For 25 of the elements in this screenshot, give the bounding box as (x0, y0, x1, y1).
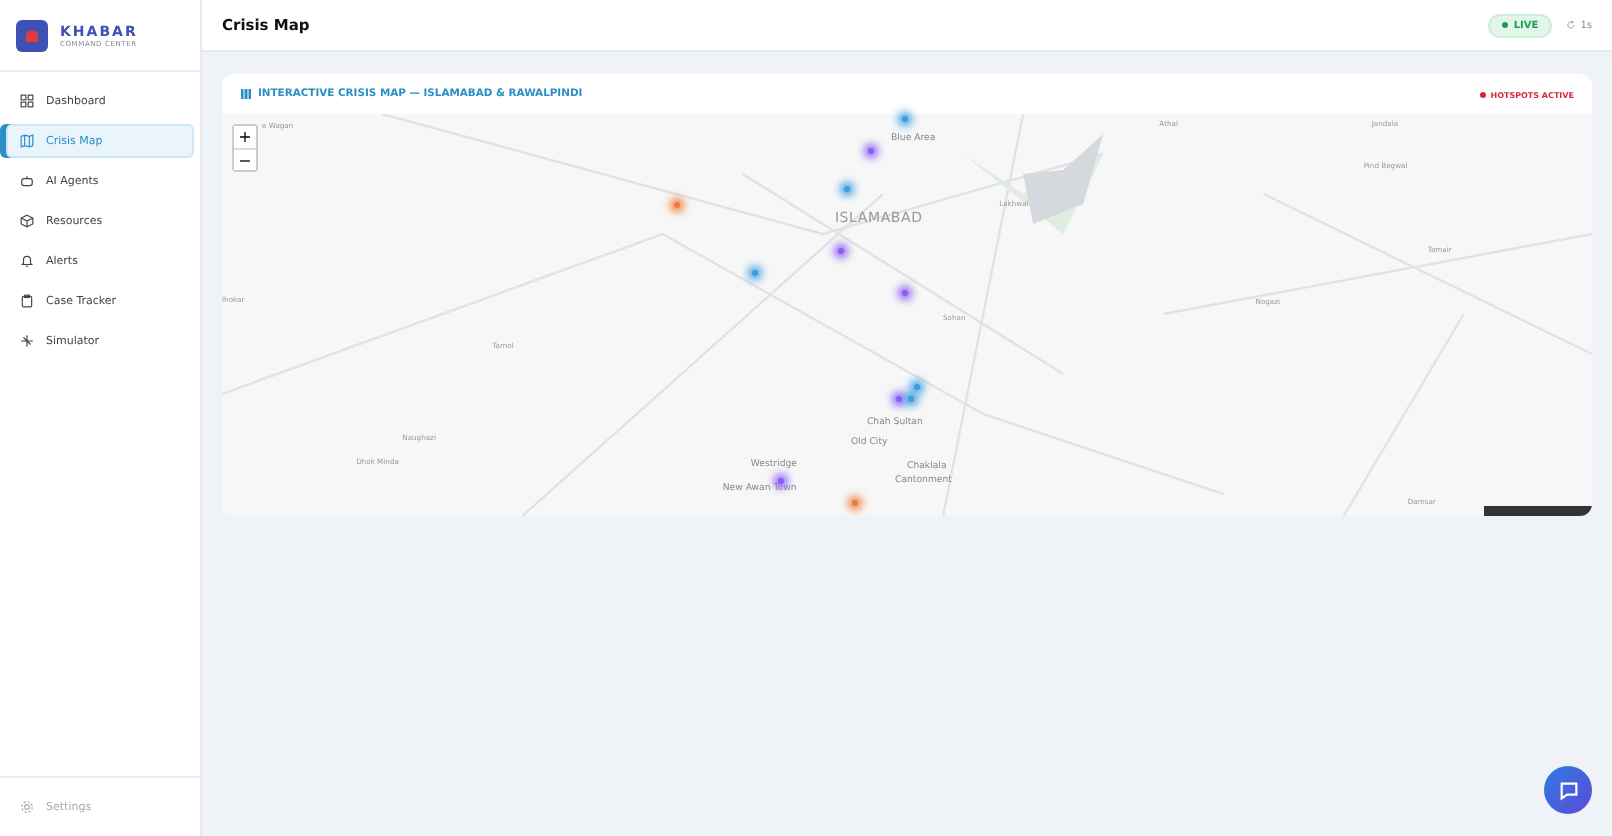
hotspot-marker[interactable] (913, 384, 919, 390)
refresh-icon (1566, 20, 1577, 30)
grid-icon (20, 94, 34, 108)
settings-icon (20, 800, 34, 814)
hotspot-marker[interactable] (868, 148, 875, 154)
clipboard-icon (20, 294, 34, 308)
hotspot-marker[interactable] (674, 202, 681, 208)
map-attribution-bar (1484, 506, 1592, 516)
hotspot-marker[interactable] (896, 396, 903, 402)
chat-icon (1557, 779, 1579, 801)
bell-icon (20, 254, 34, 268)
hotspot-marker[interactable] (752, 270, 759, 276)
hotspot-marker[interactable] (838, 247, 845, 254)
chat-button[interactable] (1544, 766, 1592, 814)
box-icon (20, 214, 34, 228)
hotspot-marker[interactable] (907, 396, 913, 402)
hotspot-marker[interactable] (902, 290, 909, 296)
hotspot-marker[interactable] (844, 186, 851, 192)
hotspot-marker[interactable] (778, 478, 785, 484)
bot-icon (20, 174, 34, 188)
hotspot-marker[interactable] (902, 115, 909, 122)
hotspot-marker[interactable] (852, 500, 859, 506)
zoom-in-button[interactable]: + (234, 126, 256, 148)
zoom-out-button[interactable]: − (234, 148, 256, 170)
logo-icon (16, 19, 48, 51)
